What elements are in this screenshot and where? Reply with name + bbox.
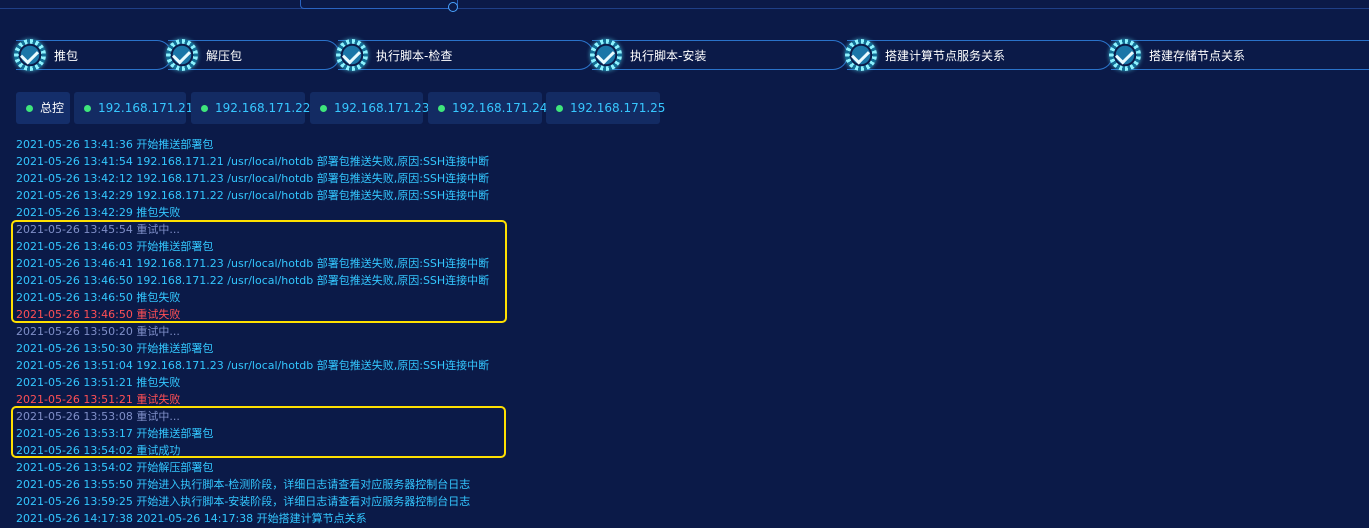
- check-icon: [166, 39, 198, 71]
- tab-host-24[interactable]: 192.168.171.24: [428, 92, 547, 124]
- tab-label: 192.168.171.23: [334, 101, 430, 115]
- check-icon: [845, 39, 877, 71]
- console-log: 2021-05-26 13:41:36 开始推送部署包 2021-05-26 1…: [16, 136, 489, 527]
- top-divider: [0, 8, 1369, 9]
- highlight-box-retry-failed: [11, 220, 507, 323]
- log-line: 2021-05-26 13:51:04 192.168.171.23 /usr/…: [16, 359, 490, 372]
- step-label: 搭建存储节点关系: [1149, 49, 1246, 63]
- tab-label: 192.168.171.22: [215, 101, 311, 115]
- step-label: 解压包: [206, 49, 243, 63]
- log-line: 2021-05-26 14:17:38 2021-05-26 14:17:38 …: [16, 512, 367, 525]
- step-label: 执行脚本-检查: [376, 49, 453, 63]
- deploy-steps: 推包 解压包 执行脚本-检查 执行脚本-安装 搭建计算节点服务关系 搭建存储节点…: [0, 39, 1369, 72]
- log-line: 2021-05-26 13:55:50 开始进入执行脚本-检测阶段，详细日志请查…: [16, 478, 471, 491]
- log-line: 2021-05-26 13:54:02 开始解压部署包: [16, 461, 214, 474]
- step-push-package[interactable]: 推包: [14, 39, 172, 71]
- log-line: 2021-05-26 13:42:12 192.168.171.23 /usr/…: [16, 172, 490, 185]
- tab-host-21[interactable]: 192.168.171.21: [74, 92, 193, 124]
- log-line: 2021-05-26 13:50:30 开始推送部署包: [16, 342, 214, 355]
- check-icon: [14, 39, 46, 71]
- tab-label: 192.168.171.21: [98, 101, 194, 115]
- log-line: 2021-05-26 13:42:29 192.168.171.22 /usr/…: [16, 189, 490, 202]
- step-build-storage-node[interactable]: 搭建存储节点关系: [1109, 39, 1369, 71]
- check-icon: [1109, 39, 1141, 71]
- step-build-compute-node[interactable]: 搭建计算节点服务关系: [845, 39, 1113, 71]
- step-label: 搭建计算节点服务关系: [885, 49, 1006, 63]
- log-line: 2021-05-26 13:51:21 推包失败: [16, 376, 181, 389]
- highlight-box-retry-success: [11, 406, 506, 458]
- tab-label: 总控: [40, 101, 65, 115]
- tab-label: 192.168.171.25: [570, 101, 666, 115]
- top-tab-handle: [448, 2, 458, 12]
- log-line: 2021-05-26 13:42:29 推包失败: [16, 206, 181, 219]
- status-dot-icon: [201, 105, 208, 112]
- status-dot-icon: [320, 105, 327, 112]
- tab-host-23[interactable]: 192.168.171.23: [310, 92, 429, 124]
- step-label: 推包: [54, 49, 79, 63]
- tab-label: 192.168.171.24: [452, 101, 548, 115]
- tab-host-22[interactable]: 192.168.171.22: [191, 92, 310, 124]
- step-label: 执行脚本-安装: [630, 49, 707, 63]
- log-line: 2021-05-26 13:41:36 开始推送部署包: [16, 138, 214, 151]
- step-run-script-check[interactable]: 执行脚本-检查: [336, 39, 594, 71]
- check-icon: [590, 39, 622, 71]
- check-icon: [336, 39, 368, 71]
- tab-master-control[interactable]: 总控: [16, 92, 70, 124]
- status-dot-icon: [438, 105, 445, 112]
- log-line: 2021-05-26 13:41:54 192.168.171.21 /usr/…: [16, 155, 490, 168]
- step-run-script-install[interactable]: 执行脚本-安装: [590, 39, 848, 71]
- status-dot-icon: [556, 105, 563, 112]
- top-tab-indicator: [300, 0, 458, 9]
- status-dot-icon: [84, 105, 91, 112]
- tab-host-25[interactable]: 192.168.171.25: [546, 92, 665, 124]
- log-line: 2021-05-26 13:50:20 重试中...: [16, 325, 180, 338]
- log-line: 2021-05-26 13:59:25 开始进入执行脚本-安装阶段，详细日志请查…: [16, 495, 471, 508]
- status-dot-icon: [26, 105, 33, 112]
- step-unpack-package[interactable]: 解压包: [166, 39, 340, 71]
